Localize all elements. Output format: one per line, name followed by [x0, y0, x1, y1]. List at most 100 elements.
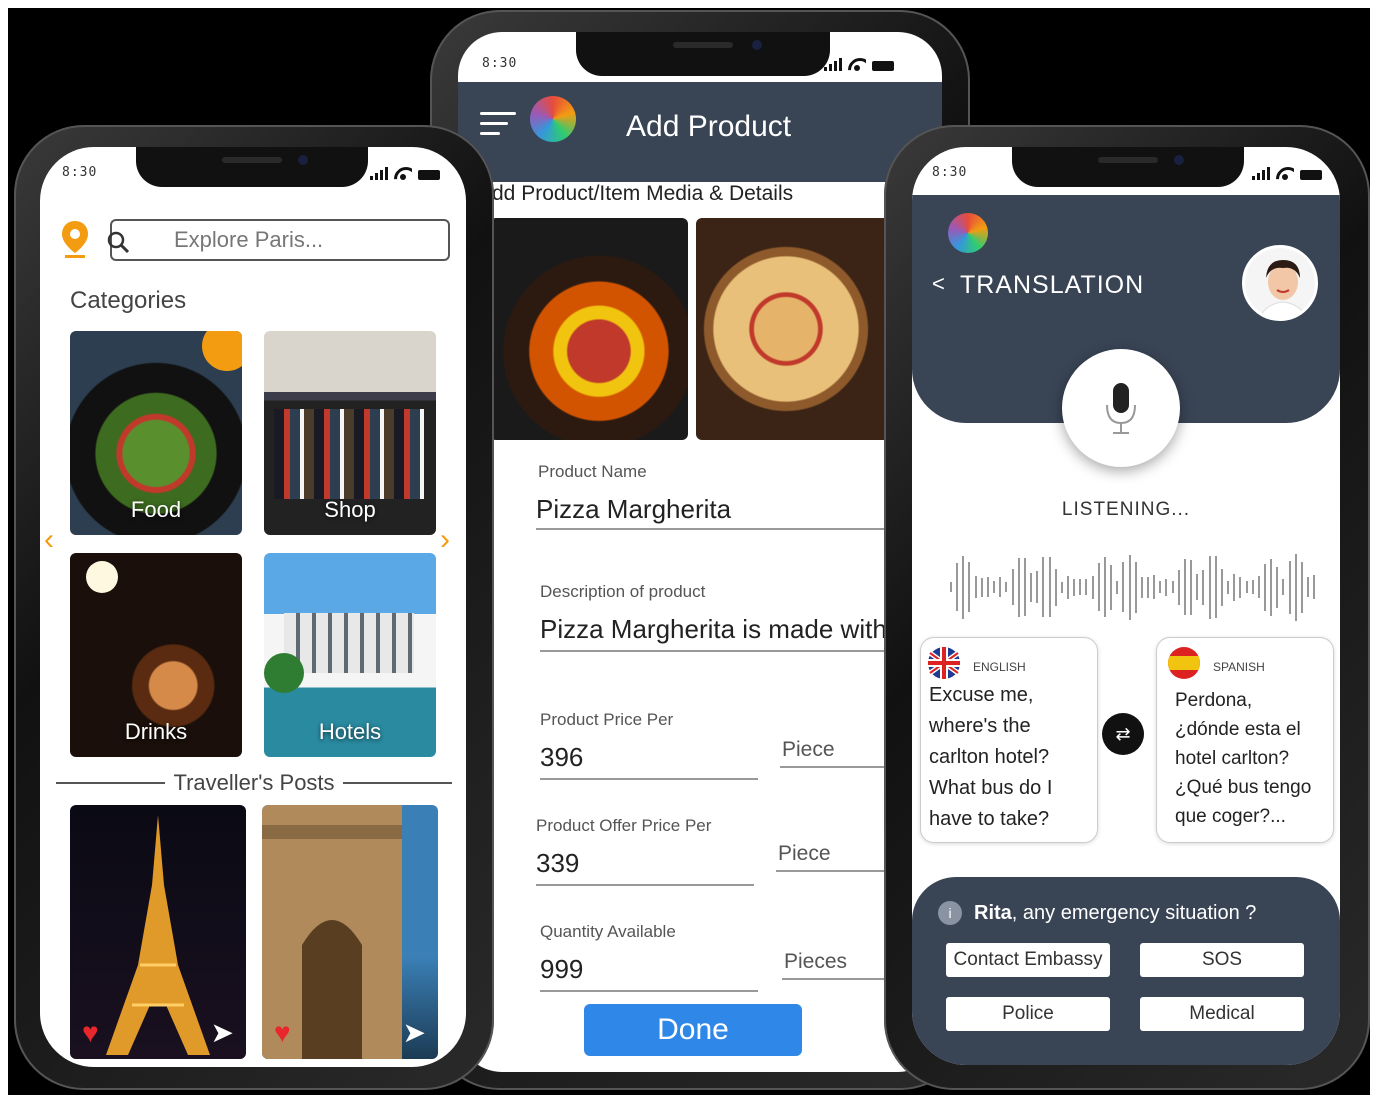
emergency-panel: i Rita, any emergency situation ? Contac… [912, 877, 1340, 1065]
wave-bar [1030, 572, 1033, 602]
source-text: Excuse me, where's the carlton hotel? Wh… [929, 684, 1053, 830]
sos-button[interactable]: SOS [1140, 943, 1304, 977]
category-drinks[interactable]: Drinks [70, 553, 242, 757]
wave-bar [1270, 558, 1273, 616]
post-arc[interactable]: ♥ ➤ [262, 805, 438, 1059]
search-icon [107, 231, 130, 254]
product-photo-1[interactable] [490, 218, 688, 440]
send-icon[interactable]: ➤ [403, 1016, 426, 1049]
search-input[interactable]: Explore Paris... [110, 219, 450, 261]
spain-flag-icon [1168, 647, 1200, 679]
price-underline [540, 778, 758, 780]
signal-icon [1252, 167, 1270, 180]
wave-bar [1085, 579, 1088, 595]
phone-translation: 8:30 < TRANSLATION LISTENING... ENGLISH … [884, 125, 1370, 1090]
heart-icon[interactable]: ♥ [82, 1017, 99, 1049]
category-label: Hotels [318, 719, 382, 744]
wave-bar [1251, 580, 1254, 594]
section-subtitle: dd Product/Item Media & Details [492, 182, 794, 205]
wave-bar [1276, 566, 1279, 608]
category-label: Food [130, 497, 182, 522]
qty-field[interactable]: 999 [540, 954, 740, 985]
desc-label: Description of product [540, 582, 706, 601]
hamburger-icon[interactable] [480, 112, 516, 142]
send-icon[interactable]: ➤ [211, 1016, 234, 1049]
wave-bar [1128, 554, 1131, 620]
desc-field[interactable]: Pizza Margherita is made with [540, 614, 942, 645]
wave-bar [1140, 576, 1143, 598]
price-field[interactable]: 396 [540, 742, 740, 773]
wifi-icon [1276, 167, 1294, 180]
wave-bar [1288, 560, 1291, 614]
qty-unit-select[interactable]: Pieces [784, 950, 847, 974]
category-food[interactable]: Food [70, 331, 242, 535]
wave-bar [956, 563, 959, 611]
medical-button[interactable]: Medical [1140, 997, 1304, 1031]
wave-bar [1257, 576, 1260, 598]
police-button[interactable]: Police [946, 997, 1110, 1031]
done-button[interactable]: Done [584, 1004, 802, 1056]
name-field[interactable]: Pizza Margherita [536, 494, 936, 525]
target-card: SPANISH Perdona, ¿dónde esta el hotel ca… [1156, 637, 1334, 843]
category-shop[interactable]: Shop [264, 331, 436, 535]
back-chevron-icon[interactable]: < [932, 271, 945, 297]
wave-bar [1116, 580, 1119, 594]
location-pin-icon[interactable] [60, 219, 90, 259]
wave-bar [1036, 571, 1039, 603]
category-hotels[interactable]: Hotels [264, 553, 436, 757]
battery-icon [872, 61, 894, 71]
target-language: SPANISH [1213, 660, 1265, 674]
emergency-question-text: , any emergency situation ? [1011, 901, 1257, 924]
wave-bar [1153, 575, 1156, 599]
wave-bar [986, 577, 989, 597]
next-arrow-icon[interactable]: › [440, 523, 450, 557]
prev-arrow-icon[interactable]: ‹ [44, 523, 54, 557]
wave-bar [1214, 556, 1217, 618]
wave-bar [1159, 581, 1162, 593]
target-text: Perdona, ¿dónde esta el hotel carlton? ¿… [1175, 690, 1312, 827]
wave-bar [1066, 575, 1069, 599]
emergency-question: i Rita, any emergency situation ? [938, 901, 1256, 925]
app-logo [530, 96, 576, 142]
avatar[interactable] [1242, 245, 1318, 321]
wave-bar [1097, 563, 1100, 611]
listening-status: LISTENING... [1061, 499, 1191, 520]
offer-field[interactable]: 339 [536, 848, 736, 879]
price-label: Product Price Per [540, 710, 674, 729]
swap-icon[interactable]: ⇄ [1102, 713, 1144, 755]
wave-bar [1294, 553, 1297, 621]
wave-bar [962, 555, 965, 619]
wave-bar [1134, 561, 1137, 613]
offer-label: Product Offer Price Per [536, 816, 712, 835]
wave-bar [1023, 558, 1026, 616]
wave-bar [1110, 564, 1113, 610]
app-logo [948, 213, 988, 253]
wave-bar [1227, 580, 1230, 594]
wave-bar [1122, 562, 1125, 612]
wave-bar [1183, 559, 1186, 615]
status-time: 8:30 [932, 165, 968, 180]
contact-embassy-button[interactable]: Contact Embassy [946, 943, 1110, 977]
post-eiffel[interactable]: ♥ ➤ [70, 805, 246, 1059]
product-photo-2[interactable] [696, 218, 896, 440]
wifi-icon [848, 58, 866, 71]
wave-bar [1060, 581, 1063, 593]
offer-unit-select[interactable]: Piece [778, 842, 831, 866]
wave-bar [1079, 579, 1082, 595]
status-icons [370, 167, 440, 180]
posts-heading-text: Traveller's Posts [173, 770, 335, 795]
wave-bar [1048, 557, 1051, 617]
mic-button[interactable] [1062, 349, 1180, 467]
heart-icon[interactable]: ♥ [274, 1017, 291, 1049]
name-underline [536, 528, 942, 530]
translation-screen: 8:30 < TRANSLATION LISTENING... ENGLISH … [912, 147, 1340, 1065]
categories-heading: Categories [70, 287, 187, 314]
status-icons [1252, 167, 1322, 180]
name-label: Product Name [538, 462, 647, 481]
add-product-screen: 8:30 Add Product dd Product/Item Media &… [458, 32, 942, 1072]
app-header: Add Product [458, 82, 942, 182]
wave-bar [1103, 557, 1106, 617]
price-unit-select[interactable]: Piece [782, 738, 835, 762]
wave-bar [1165, 578, 1168, 596]
wave-bar [980, 577, 983, 597]
